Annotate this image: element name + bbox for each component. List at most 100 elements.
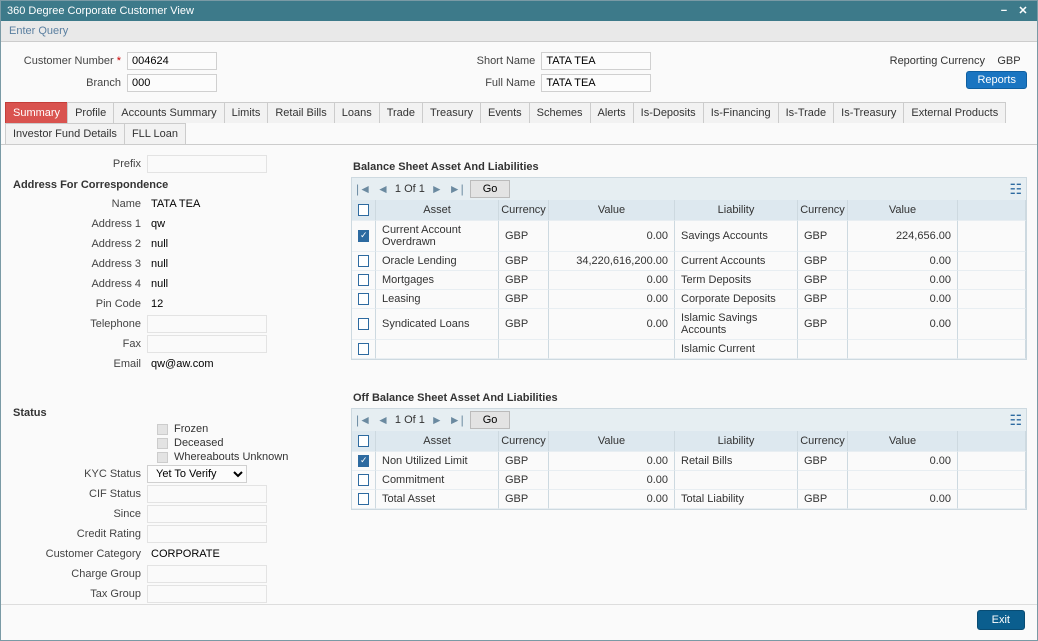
prev-page-icon[interactable]: ◄ [377,413,389,427]
prev-page-icon[interactable]: ◄ [377,182,389,196]
tab-treasury[interactable]: Treasury [422,102,481,123]
tab-events[interactable]: Events [480,102,530,123]
next-page-icon[interactable]: ► [431,182,443,196]
tab-trade[interactable]: Trade [379,102,423,123]
row-checkbox[interactable] [358,255,369,267]
pincode-input[interactable] [147,295,267,313]
full-name-input[interactable] [541,74,651,92]
cell-asset [376,340,499,359]
table-row[interactable]: CommitmentGBP0.00 [352,471,1026,490]
row-checkbox[interactable] [358,455,369,467]
tab-schemes[interactable]: Schemes [529,102,591,123]
list-view-icon[interactable]: ☷ [1009,181,1022,198]
tab-loans[interactable]: Loans [334,102,380,123]
address1-input[interactable] [147,215,267,233]
tab-is-trade[interactable]: Is-Trade [778,102,835,123]
tab-investor-fund-details[interactable]: Investor Fund Details [5,123,125,144]
customer-number-input[interactable] [127,52,217,70]
list-view-icon[interactable]: ☷ [1009,412,1022,429]
last-page-icon[interactable]: ►| [449,182,464,196]
charge-input[interactable] [147,565,267,583]
address3-input[interactable] [147,255,267,273]
exit-button[interactable]: Exit [977,610,1025,630]
cell-currency2: GBP [798,290,848,309]
grid1-title: Balance Sheet Asset And Liabilities [353,161,1027,173]
row-checkbox[interactable] [358,293,369,305]
cell-value: 0.00 [549,290,675,309]
tab-limits[interactable]: Limits [224,102,269,123]
tab-external-products[interactable]: External Products [903,102,1006,123]
off-balance-sheet-grid: Asset Currency Value Liability Currency … [351,431,1027,510]
minimize-icon[interactable]: − [996,1,1012,21]
enter-query-link[interactable]: Enter Query [9,25,68,37]
reporting-currency-label: Reporting Currency [890,55,985,67]
cell-currency2: GBP [798,221,848,252]
table-row[interactable]: Oracle LendingGBP34,220,616,200.00Curren… [352,252,1026,271]
full-name-label: Full Name [455,77,535,89]
tab-is-treasury[interactable]: Is-Treasury [833,102,904,123]
address-section-title: Address For Correspondence [13,179,341,191]
grid2-page-text: 1 Of 1 [395,414,425,426]
tab-fll-loan[interactable]: FLL Loan [124,123,186,144]
name-input[interactable] [147,195,267,213]
address2-input[interactable] [147,235,267,253]
table-row[interactable]: Current Account OverdrawnGBP0.00Savings … [352,221,1026,252]
table-row[interactable]: Non Utilized LimitGBP0.00Retail BillsGBP… [352,452,1026,471]
telephone-input[interactable] [147,315,267,333]
address3-label: Address 3 [11,258,141,270]
frozen-label: Frozen [174,423,208,435]
cell-currency2: GBP [798,452,848,471]
row-checkbox[interactable] [358,474,369,486]
grid2-go-button[interactable]: Go [470,411,511,429]
table-row[interactable]: Islamic Current [352,340,1026,359]
close-icon[interactable]: ✕ [1015,1,1031,21]
row-checkbox[interactable] [358,318,369,330]
frozen-checkbox[interactable] [157,424,168,435]
tab-retail-bills[interactable]: Retail Bills [267,102,334,123]
reports-button[interactable]: Reports [966,71,1027,89]
next-page-icon[interactable]: ► [431,413,443,427]
category-input[interactable] [147,545,267,563]
grid2-title: Off Balance Sheet Asset And Liabilities [353,392,1027,404]
grid1-go-button[interactable]: Go [470,180,511,198]
tab-summary[interactable]: Summary [5,102,68,123]
tab-is-financing[interactable]: Is-Financing [703,102,779,123]
fax-input[interactable] [147,335,267,353]
cell-value: 0.00 [549,309,675,340]
first-page-icon[interactable]: |◄ [356,413,371,427]
window-title: 360 Degree Corporate Customer View [7,1,194,21]
tab-accounts-summary[interactable]: Accounts Summary [113,102,224,123]
kyc-select[interactable]: Yet To Verify [147,465,247,483]
branch-input[interactable] [127,74,217,92]
grid1-select-all-checkbox[interactable] [358,204,369,216]
cell-liability: Term Deposits [675,271,798,290]
row-checkbox[interactable] [358,343,369,355]
grid2-select-all-checkbox[interactable] [358,435,369,447]
tax-input[interactable] [147,585,267,603]
cell-value2: 0.00 [848,309,958,340]
last-page-icon[interactable]: ►| [449,413,464,427]
row-checkbox[interactable] [358,274,369,286]
credit-label: Credit Rating [11,528,141,540]
first-page-icon[interactable]: |◄ [356,182,371,196]
row-checkbox[interactable] [358,230,369,242]
prefix-input[interactable] [147,155,267,173]
table-row[interactable]: Syndicated LoansGBP0.00Islamic Savings A… [352,309,1026,340]
whereabouts-checkbox[interactable] [157,452,168,463]
email-input[interactable] [147,355,267,373]
short-name-input[interactable] [541,52,651,70]
table-row[interactable]: Total AssetGBP0.00Total LiabilityGBP0.00 [352,490,1026,509]
table-row[interactable]: MortgagesGBP0.00Term DepositsGBP0.00 [352,271,1026,290]
deceased-checkbox[interactable] [157,438,168,449]
cif-input[interactable] [147,485,267,503]
cell-asset: Leasing [376,290,499,309]
tab-is-deposits[interactable]: Is-Deposits [633,102,704,123]
cell-value: 0.00 [549,471,675,490]
row-checkbox[interactable] [358,493,369,505]
address4-input[interactable] [147,275,267,293]
credit-input[interactable] [147,525,267,543]
since-input[interactable] [147,505,267,523]
tab-alerts[interactable]: Alerts [590,102,634,123]
tab-profile[interactable]: Profile [67,102,114,123]
table-row[interactable]: LeasingGBP0.00Corporate DepositsGBP0.00 [352,290,1026,309]
